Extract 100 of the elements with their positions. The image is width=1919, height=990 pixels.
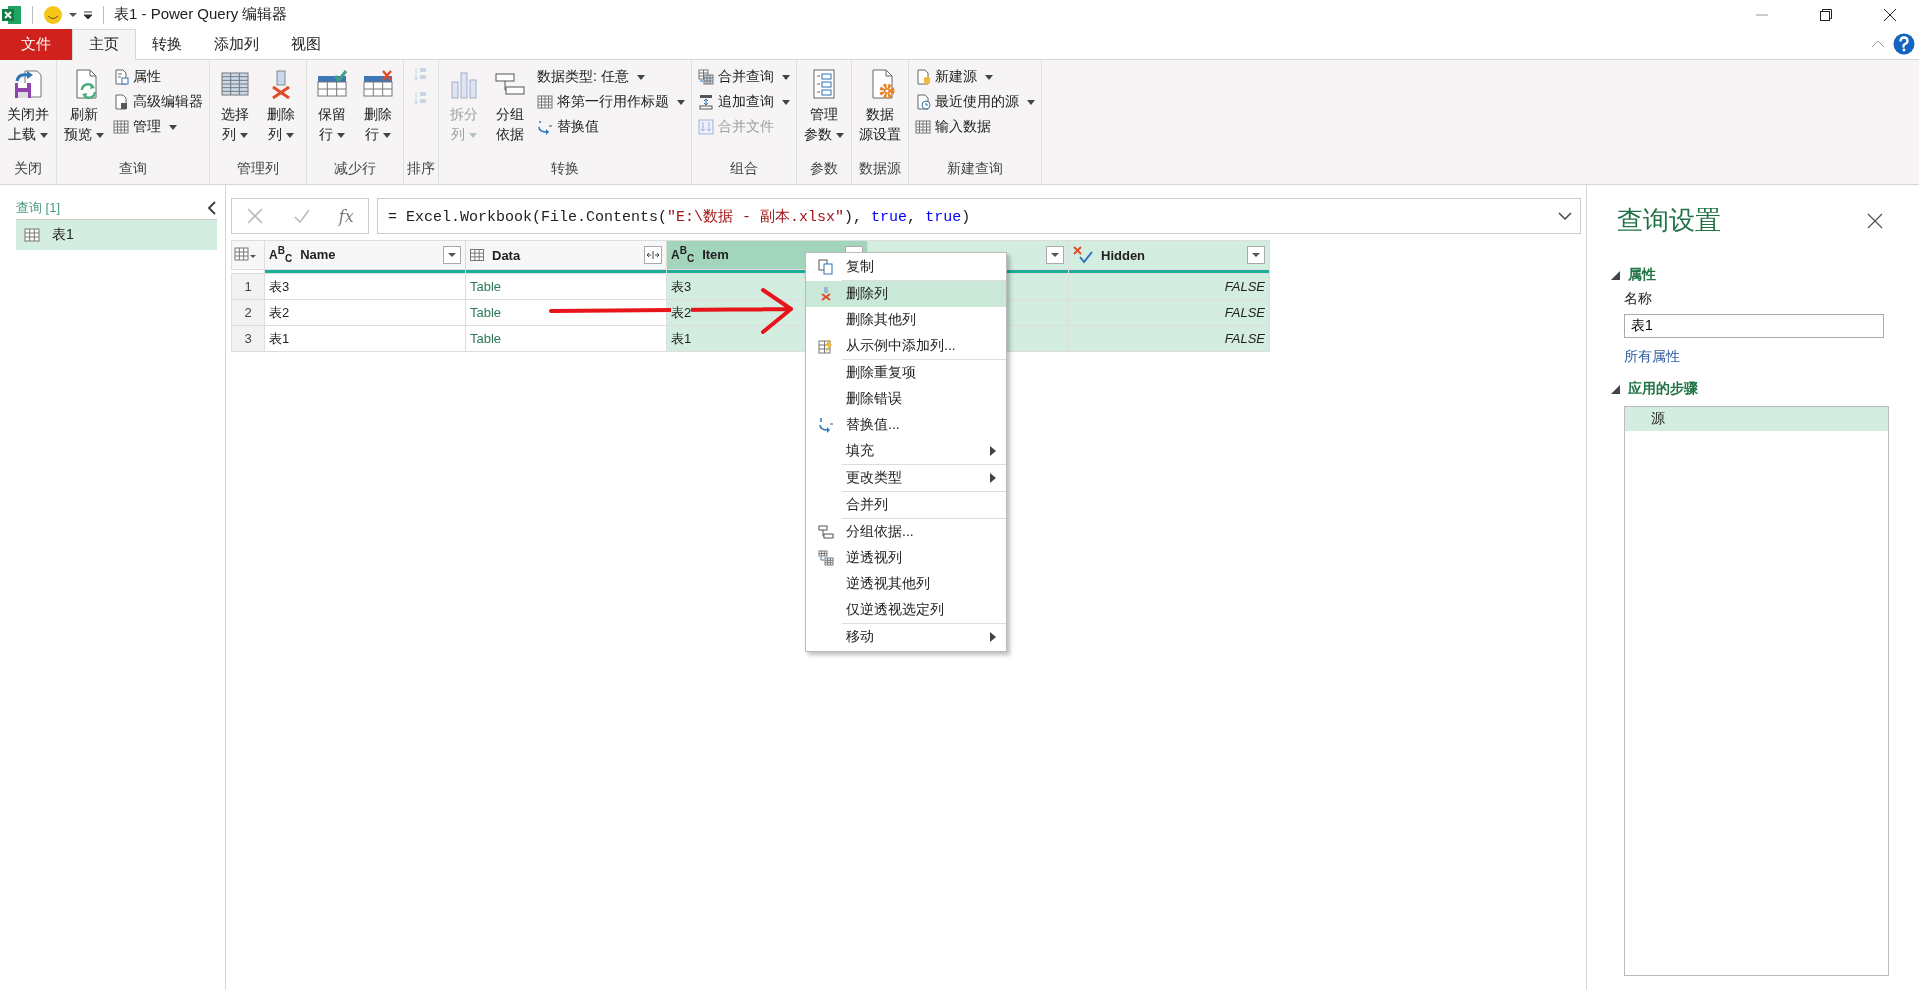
ribbon-tab[interactable]: 添加列 — [198, 29, 275, 60]
table-cell: 表3 — [264, 273, 466, 300]
filter-dropdown-icon[interactable] — [1247, 246, 1265, 264]
combine-files-icon — [698, 119, 714, 135]
column-header[interactable]: Name — [300, 247, 336, 263]
replace-icon — [818, 417, 834, 433]
menu-item[interactable]: 删除错误 — [806, 386, 1006, 412]
query-item[interactable]: 表1 — [16, 220, 217, 250]
menu-item[interactable]: 更改类型 — [806, 465, 1006, 491]
table-cell: Table — [465, 325, 667, 352]
ribbon-button[interactable]: 将第一行用作标题 — [534, 91, 688, 113]
logical-type-icon[interactable] — [1073, 246, 1093, 264]
table-cell: 表1 — [264, 325, 466, 352]
ribbon-button[interactable]: 删除 列 — [259, 64, 303, 160]
column-header[interactable]: Data — [492, 247, 521, 263]
ribbon-button[interactable]: 最近使用的源 — [912, 91, 1038, 113]
append-icon — [698, 94, 714, 110]
ribbon-button[interactable]: 合并查询 — [695, 66, 793, 88]
row-number: 3 — [231, 325, 265, 352]
group-label: 数据源 — [858, 160, 902, 178]
menu-item[interactable]: 移动 — [806, 624, 1006, 650]
row-number: 1 — [231, 273, 265, 300]
file-tab[interactable]: 文件 — [0, 29, 72, 60]
ribbon-tab[interactable]: 视图 — [275, 29, 337, 60]
table-cell: FALSE — [1068, 273, 1270, 300]
check-icon[interactable] — [292, 207, 311, 225]
ribbon-button[interactable]: 追加查询 — [695, 91, 793, 113]
expanded-triangle-icon[interactable] — [1611, 384, 1620, 394]
filter-dropdown-icon[interactable] — [1046, 246, 1064, 264]
step-item[interactable]: 源 — [1625, 407, 1888, 431]
table-type-icon[interactable] — [470, 249, 484, 261]
formula-field[interactable]: = Excel.Workbook(File.Contents("E:\数据 - 副本.xlsx"), true, true) — [377, 198, 1581, 234]
replace-icon — [537, 119, 553, 135]
name-field[interactable]: 表1 — [1624, 314, 1884, 338]
ribbon-button[interactable]: 选择 列 — [213, 64, 257, 160]
merge-icon — [698, 69, 714, 85]
group-by-icon — [818, 524, 834, 540]
collapse-icon[interactable] — [207, 201, 217, 215]
column-header[interactable]: Item — [702, 247, 729, 263]
window-title: 表1 - Power Query 编辑器 — [114, 5, 288, 24]
ribbon-button[interactable]: 保留 行 — [310, 64, 354, 160]
menu-item[interactable]: 删除重复项 — [806, 360, 1006, 386]
section-heading: 应用的步骤 — [1628, 380, 1698, 398]
table-cell: Table — [465, 273, 667, 300]
menu-item[interactable]: 替换值... — [806, 412, 1006, 438]
group-label: 减少行 — [333, 160, 377, 178]
document-database-icon — [915, 69, 931, 85]
ribbon-button[interactable]: 输入数据 — [912, 116, 1038, 138]
menu-item[interactable]: 逆透视列 — [806, 545, 1006, 571]
all-properties-link[interactable]: 所有属性 — [1624, 348, 1889, 366]
smiley-icon[interactable] — [43, 4, 63, 25]
expand-icon[interactable] — [1558, 211, 1572, 221]
table-menu-icon[interactable] — [234, 246, 256, 261]
ribbon-button[interactable]: 关闭并 上载 — [3, 64, 53, 160]
close-icon[interactable] — [1883, 7, 1897, 22]
pane-title: 查询设置 — [1617, 204, 1721, 237]
sort-ascending-icon — [413, 66, 429, 82]
ribbon-button[interactable]: 新建源 — [912, 66, 1038, 88]
table-delete-icon — [362, 68, 394, 100]
collapse-ribbon-icon[interactable] — [1871, 39, 1885, 49]
ribbon-tab[interactable]: 转换 — [136, 29, 198, 60]
menu-item[interactable]: 填充 — [806, 438, 1006, 464]
document-clock-icon — [915, 94, 931, 110]
ribbon-button[interactable]: 数据类型: 任意 — [534, 66, 688, 88]
group-label: 查询 — [118, 160, 148, 178]
ribbon-tab[interactable]: 主页 — [72, 29, 136, 60]
customize-toolbar-icon[interactable] — [83, 9, 93, 20]
lightning-table-icon — [818, 338, 834, 354]
table-cell: FALSE — [1068, 325, 1270, 352]
expanded-triangle-icon[interactable] — [1611, 270, 1620, 280]
expand-column-icon[interactable] — [644, 246, 662, 264]
field-label: 名称 — [1624, 290, 1653, 308]
table-check-icon — [316, 68, 348, 100]
caret-icon[interactable] — [69, 10, 77, 19]
group-label: 新建查询 — [946, 160, 1004, 178]
table-cell: FALSE — [1068, 299, 1270, 326]
floppy-disk-icon — [12, 68, 44, 100]
ribbon-button[interactable]: 数据 源设置 — [855, 64, 905, 160]
menu-item[interactable]: 分组依据... — [806, 519, 1006, 545]
close-icon[interactable] — [1867, 212, 1883, 229]
group-label: 管理列 — [236, 160, 280, 178]
group-label: 组合 — [729, 160, 759, 178]
ribbon-button[interactable]: 高级编辑器 — [110, 91, 206, 113]
ribbon-button[interactable]: 分组 依据 — [488, 64, 532, 160]
ribbon-button[interactable]: 刷新 预览 — [60, 64, 108, 160]
ribbon-button[interactable]: 替换值 — [534, 116, 688, 138]
ribbon-button[interactable]: 管理 — [110, 116, 206, 138]
column-header[interactable]: Hidden — [1101, 247, 1146, 263]
menu-item[interactable]: 删除列 — [806, 281, 1006, 307]
filter-dropdown-icon[interactable] — [443, 246, 461, 264]
menu-item[interactable]: 仅逆透视选定列 — [806, 597, 1006, 623]
ribbon-button[interactable]: 属性 — [110, 66, 206, 88]
ribbon-button[interactable]: 管理 参数 — [800, 64, 848, 160]
insert-function-button[interactable]: fx — [338, 206, 354, 226]
menu-item[interactable]: 合并列 — [806, 492, 1006, 518]
help-icon[interactable] — [1893, 33, 1915, 55]
ribbon-button[interactable]: 删除 行 — [356, 64, 400, 160]
restore-icon[interactable] — [1819, 7, 1833, 22]
menu-item[interactable]: 逆透视其他列 — [806, 571, 1006, 597]
group-label: 关闭 — [13, 160, 43, 178]
